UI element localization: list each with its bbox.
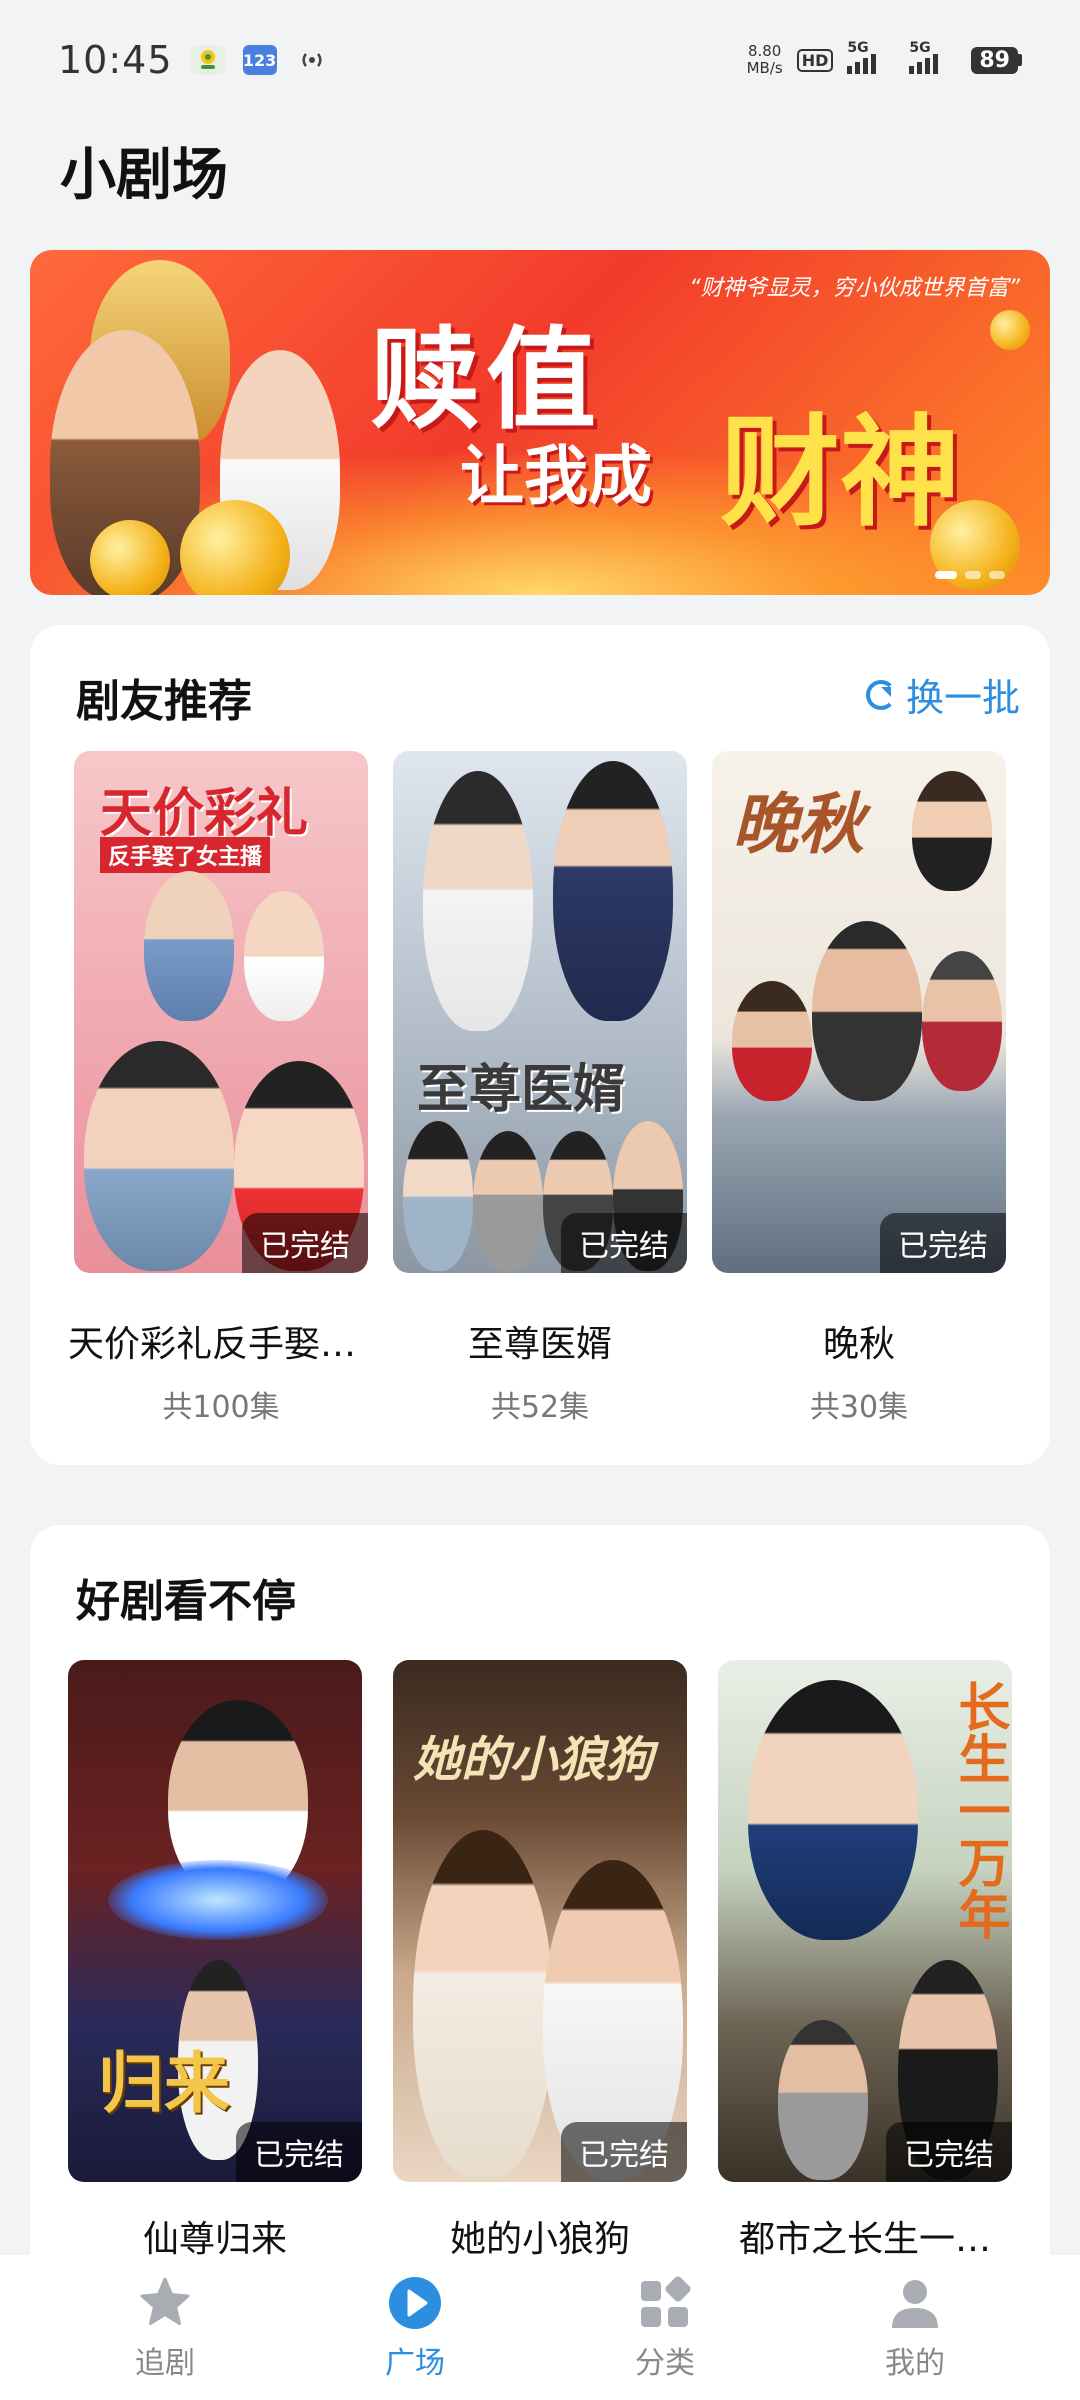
status-badge: 已完结 (236, 2122, 362, 2182)
poster-subtitle: 反手娶了女主播 (100, 837, 271, 873)
nav-label: 广场 (385, 2345, 445, 2381)
drama-poster-4[interactable]: 归来 已完结 (68, 1660, 362, 2182)
banner-subline: 让我成 (460, 440, 652, 514)
nav-item-me[interactable]: 我的 (815, 2274, 1015, 2382)
page-dot (965, 571, 981, 579)
page-title: 小剧场 (60, 143, 228, 208)
poster-figure (84, 1041, 234, 1271)
poster-figure (144, 871, 234, 1021)
section-title: 剧友推荐 (76, 676, 252, 727)
play-icon (386, 2274, 444, 2332)
poster-title: 晚秋 (732, 786, 864, 863)
network-type-2: 5G (909, 40, 931, 56)
poster-figure (922, 951, 1002, 1091)
page-dot (935, 571, 957, 579)
poster-title: 长生一万年 (949, 1680, 1009, 1940)
poster-figure (812, 921, 922, 1101)
user-icon (886, 2274, 944, 2332)
nav-item-category[interactable]: 分类 (565, 2274, 765, 2382)
signal-icon-2: 5G (909, 40, 957, 74)
status-left: 10:45 123 (58, 38, 329, 82)
status-badge: 已完结 (242, 1213, 368, 1273)
banner-highlight: 财神 (720, 404, 960, 543)
poster-figure (748, 1680, 918, 1940)
status-badge: 已完结 (886, 2122, 1012, 2182)
poster-title: 天价彩礼 (100, 784, 309, 844)
battery-level: 89 (971, 46, 1018, 74)
drama-name[interactable]: 至尊医婿 (380, 1315, 700, 1367)
status-right: 8.80 MB/s HD 5G 5G 89 (747, 40, 1022, 77)
poster-title: 归来 (98, 2045, 230, 2122)
keyboard-123-icon: 123 (242, 45, 277, 75)
drama-poster-2[interactable]: 至尊医婿 已完结 (393, 751, 687, 1273)
episode-count: 共30集 (809, 1390, 909, 1425)
drama-name[interactable]: 天价彩礼反手娶… (52, 1315, 372, 1367)
hotspot-icon (295, 45, 329, 75)
battery-icon: 89 (971, 46, 1022, 74)
section-recommend: 剧友推荐 换一批 天价彩礼 反手娶了女主播 已完结 至尊医婿 已完结 晚秋 已完… (30, 625, 1050, 1465)
poster-figure (912, 771, 992, 891)
status-time: 10:45 (58, 38, 173, 82)
poster-figure (473, 1131, 543, 1271)
gold-coin (990, 310, 1030, 350)
bottom-navigation: 追剧 广场 分类 我的 (0, 2255, 1080, 2400)
nav-item-follow[interactable]: 追剧 (65, 2274, 265, 2382)
refresh-label: 换一批 (905, 676, 1020, 720)
page-dot (989, 571, 1005, 579)
banner-slogan: “财神爷显灵，穷小伙成世界首富” (689, 276, 1020, 301)
nav-item-square[interactable]: 广场 (315, 2274, 515, 2382)
category-icon (636, 2274, 694, 2332)
nav-label: 我的 (885, 2345, 945, 2381)
poster-title: 她的小狼狗 (413, 1732, 654, 1788)
drama-name[interactable]: 晚秋 (699, 1315, 1019, 1367)
app-notification-icon (190, 45, 225, 75)
status-badge: 已完结 (880, 1213, 1006, 1273)
status-badge: 已完结 (561, 2122, 687, 2182)
drama-poster-6[interactable]: 长生一万年 已完结 (718, 1660, 1012, 2182)
poster-figure (244, 891, 324, 1021)
poster-figure (778, 2020, 868, 2180)
poster-figure (423, 771, 533, 1031)
poster-title: 至尊医婿 (417, 1060, 626, 1120)
nav-label: 分类 (635, 2345, 695, 2381)
episode-count: 共52集 (490, 1390, 590, 1425)
poster-figure (413, 1830, 553, 2180)
speed-value: 8.80 (747, 42, 782, 60)
poster-figure (403, 1121, 473, 1271)
episode-count: 共100集 (162, 1390, 280, 1425)
energy-effect (108, 1860, 328, 1940)
status-bar: 10:45 123 8.80 MB/s HD 5G 5G 89 (0, 0, 1080, 120)
drama-poster-3[interactable]: 晚秋 已完结 (712, 751, 1006, 1273)
nav-label: 追剧 (135, 2345, 195, 2381)
poster-figure (553, 761, 673, 1021)
drama-poster-1[interactable]: 天价彩礼 反手娶了女主播 已完结 (74, 751, 368, 1273)
refresh-button[interactable]: 换一批 (865, 667, 1020, 722)
network-speed: 8.80 MB/s (747, 43, 783, 77)
refresh-icon (865, 679, 896, 710)
signal-icon-1: 5G (847, 40, 895, 74)
drama-poster-5[interactable]: 她的小狼狗 已完结 (393, 1660, 687, 2182)
poster-figure (732, 981, 812, 1101)
banner-pagination (935, 571, 1005, 579)
section-title: 好剧看不停 (76, 1576, 296, 1627)
speed-unit: MB/s (746, 59, 783, 77)
hd-voice-badge: HD (796, 48, 834, 72)
gold-coin (90, 520, 170, 595)
star-icon (136, 2274, 194, 2332)
network-type-1: 5G (847, 40, 869, 56)
promo-banner[interactable]: “财神爷显灵，穷小伙成世界首富” 赎值 让我成 财神 (30, 250, 1050, 595)
status-badge: 已完结 (561, 1213, 687, 1273)
